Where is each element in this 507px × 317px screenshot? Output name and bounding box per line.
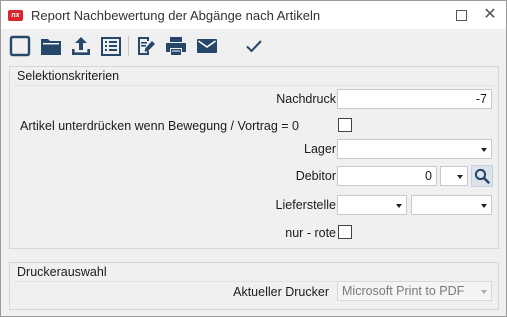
window-title: Report Nachbewertung der Abgänge nach Ar… xyxy=(31,8,321,23)
selection-criteria-title: Selektionskriterien xyxy=(17,69,120,83)
current-printer-value: Microsoft Print to PDF xyxy=(342,284,465,298)
lieferstelle-select-1[interactable] xyxy=(337,195,407,215)
current-printer-label: Aktueller Drucker xyxy=(233,285,329,299)
selection-criteria-group: Selektionskriterien Nachdruck -7 Artikel… xyxy=(9,66,499,249)
folder-icon xyxy=(41,39,61,55)
debitor-dropdown[interactable] xyxy=(440,166,468,186)
group-divider xyxy=(14,85,494,86)
chevron-down-icon xyxy=(481,204,487,208)
nachdruck-label: Nachdruck xyxy=(276,92,336,106)
lieferstelle-label: Lieferstelle xyxy=(275,198,336,212)
printer-selection-title: Druckerauswahl xyxy=(17,265,107,279)
lager-label: Lager xyxy=(304,142,336,156)
maximize-icon xyxy=(455,9,467,21)
debitor-search-button[interactable] xyxy=(471,165,493,187)
debitor-label: Debitor xyxy=(295,169,336,183)
chevron-down-icon xyxy=(457,175,463,179)
nur-rote-label: nur - rote xyxy=(285,226,336,240)
blank-page-icon xyxy=(9,35,31,57)
list-icon xyxy=(101,37,121,56)
upload-icon xyxy=(72,37,90,55)
unterdruecken-label: Artikel unterdrücken wenn Bewegung / Vor… xyxy=(20,119,299,133)
export-button[interactable] xyxy=(68,33,94,59)
open-button[interactable] xyxy=(38,33,64,59)
new-button[interactable] xyxy=(7,33,33,59)
lieferstelle-select-2[interactable] xyxy=(411,195,492,215)
toolbar xyxy=(1,29,506,63)
mail-icon xyxy=(197,39,217,53)
report-window: nx Report Nachbewertung der Abgänge nach… xyxy=(0,0,507,317)
maximize-button[interactable] xyxy=(450,5,472,25)
chevron-down-icon xyxy=(396,204,402,208)
app-logo: nx xyxy=(8,10,23,21)
search-icon xyxy=(474,168,490,184)
unterdruecken-checkbox[interactable] xyxy=(338,118,352,132)
edit-icon xyxy=(138,37,155,55)
confirm-button[interactable] xyxy=(241,33,267,59)
printer-icon xyxy=(166,37,186,55)
lager-select[interactable] xyxy=(337,139,492,159)
current-printer-select[interactable]: Microsoft Print to PDF xyxy=(337,281,492,301)
toolbar-separator xyxy=(128,36,129,56)
title-bar: nx Report Nachbewertung der Abgänge nach… xyxy=(1,1,506,29)
close-button[interactable]: ✕ xyxy=(479,5,501,25)
debitor-field[interactable]: 0 xyxy=(337,166,437,186)
chevron-down-icon xyxy=(481,148,487,152)
check-icon xyxy=(246,40,262,53)
printer-selection-group: Druckerauswahl Aktueller Drucker Microso… xyxy=(9,262,499,310)
list-button[interactable] xyxy=(98,33,124,59)
close-icon: ✕ xyxy=(483,6,497,23)
nachdruck-field[interactable]: -7 xyxy=(337,89,492,109)
nur-rote-checkbox[interactable] xyxy=(338,225,352,239)
print-button[interactable] xyxy=(163,33,189,59)
chevron-down-icon xyxy=(481,290,487,294)
email-button[interactable] xyxy=(194,33,220,59)
edit-button[interactable] xyxy=(133,33,159,59)
